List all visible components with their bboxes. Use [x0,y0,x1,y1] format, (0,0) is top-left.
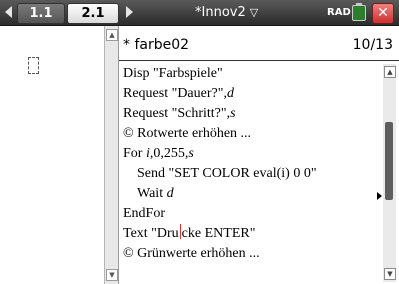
chevron-down-icon[interactable]: ▽ [250,3,258,22]
tab-1-1[interactable]: 1.1 [17,3,65,24]
scroll-up-icon[interactable]: ▲ [384,66,396,78]
code-line[interactable]: For i,0,255,s [123,144,375,164]
editor-scrollbar[interactable]: ▲ ▼ [383,64,396,282]
line-overflow-icon [377,192,382,200]
code-token: Text "Dru [123,226,179,241]
title-bar: 1.1 2.1 *Innov2 ▽ RAD ✕ [0,0,399,26]
document-title-label: *Innov2 [195,5,246,20]
left-scrollbar[interactable]: ▲ ▼ [104,26,118,284]
scroll-up-icon[interactable]: ▲ [106,29,118,41]
nav-right-icon[interactable] [126,6,133,18]
editor-header: * farbe02 10/13 [123,36,393,55]
code-token: s [230,106,236,121]
code-token: EndFor [123,206,165,221]
close-button[interactable]: ✕ [372,3,394,24]
code-token: Send "SET COLOR eval(i) 0 0" [137,166,317,181]
code-token: Request "Schritt?", [123,106,231,121]
code-token: Disp "Farbspiele" [123,66,223,81]
code-line[interactable]: Disp "Farbspiele" [123,64,375,84]
angle-mode-label: RAD [327,7,351,18]
line-counter: 10/13 [352,37,393,53]
scroll-down-icon[interactable]: ▼ [384,268,396,280]
code-token: d [166,186,174,201]
code-token: © Rotwerte erhöhen ... [123,126,252,141]
battery-icon [352,3,366,21]
code-line[interactable]: © Rotwerte erhöhen ... [123,124,375,144]
code-line[interactable]: Text "Dru cke ENTER" [123,224,375,244]
code-token: Wait [137,186,167,201]
document-title[interactable]: *Innov2 ▽ [195,3,258,22]
code-token: © Grünwerte erhöhen ... [123,246,260,261]
code-line[interactable]: Wait d [123,184,375,204]
program-name: * farbe02 [123,37,190,53]
scroll-down-icon[interactable]: ▼ [106,269,118,281]
text-caret [179,224,181,239]
code-line[interactable]: Send "SET COLOR eval(i) 0 0" [123,164,375,184]
scroll-thumb[interactable] [385,122,393,200]
code-line[interactable]: Request "Dauer?",d [123,84,375,104]
code-token: cke ENTER" [181,226,256,241]
code-token: s [188,146,194,161]
code-token: For [123,146,146,161]
code-line[interactable]: Request "Schritt?",s [123,104,375,124]
empty-input-placeholder[interactable] [28,57,39,74]
code-line[interactable]: EndFor [123,204,375,224]
tab-2-1[interactable]: 2.1 [67,3,119,24]
divider [119,60,399,61]
code-token: Request "Dauer?", [123,86,227,101]
code-token: ,0,255, [149,146,189,161]
program-editor[interactable]: * farbe02 10/13 Disp "Farbspiele" Request… [118,26,399,284]
left-pane[interactable] [0,26,104,284]
nav-left-icon[interactable] [5,6,12,18]
code-token: d [226,86,234,101]
code-area[interactable]: Disp "Farbspiele" Request "Dauer?",d Reque… [123,64,375,284]
code-line[interactable]: © Grünwerte erhöhen ... [123,244,375,264]
